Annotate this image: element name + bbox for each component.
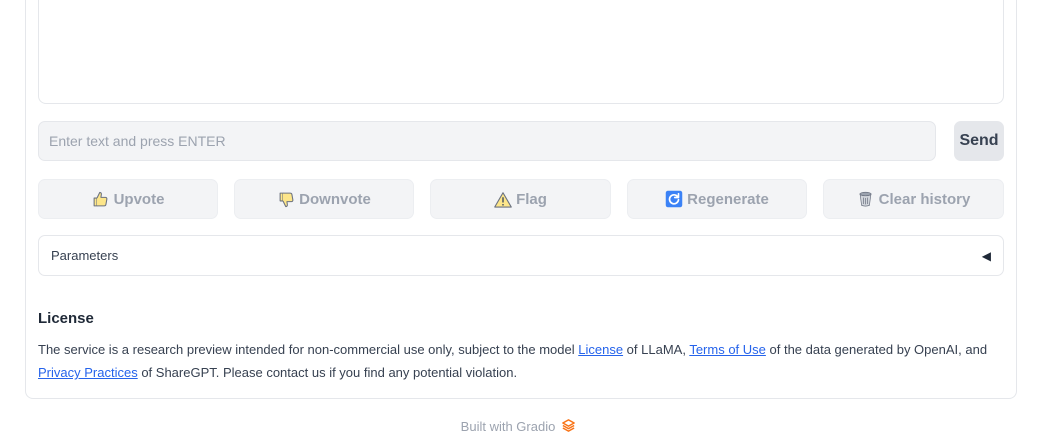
built-with-gradio-link[interactable]: Built with Gradio (461, 419, 556, 434)
thumbs-down-icon (277, 190, 295, 208)
flag-button[interactable]: Flag (430, 179, 611, 219)
refresh-icon (665, 190, 683, 208)
send-button-label: Send (959, 132, 999, 149)
trash-icon (857, 190, 875, 208)
warning-icon (494, 190, 512, 208)
chatbot-display (38, 0, 1004, 104)
regenerate-label: Regenerate (687, 190, 769, 208)
downvote-button[interactable]: Downvote (234, 179, 414, 219)
gradio-logo-icon (561, 418, 577, 434)
license-link[interactable]: License (578, 342, 623, 357)
downvote-label: Downvote (299, 190, 371, 208)
parameters-accordion[interactable]: Parameters ◀ (38, 235, 1004, 276)
thumbs-up-icon (92, 190, 110, 208)
license-text-part: of ShareGPT. Please contact us if you fi… (137, 365, 518, 380)
collapse-arrow-icon[interactable]: ◀ (982, 249, 991, 263)
message-input[interactable] (38, 121, 936, 161)
upvote-button[interactable]: Upvote (38, 179, 218, 219)
send-button[interactable]: Send (954, 121, 1004, 161)
privacy-practices-link[interactable]: Privacy Practices (38, 365, 138, 380)
flag-label: Flag (516, 190, 547, 208)
license-text-part: of the data generated by OpenAI, and (765, 342, 988, 357)
license-text-part: of LLaMA, (623, 342, 690, 357)
parameters-label: Parameters (51, 248, 119, 263)
clear-history-label: Clear history (878, 190, 971, 208)
upvote-label: Upvote (113, 190, 165, 208)
license-text: The service is a research preview intend… (38, 338, 1004, 384)
license-heading: License (38, 310, 94, 327)
clear-history-button[interactable]: Clear history (823, 179, 1004, 219)
regenerate-button[interactable]: Regenerate (627, 179, 807, 219)
terms-of-use-link[interactable]: Terms of Use (689, 342, 766, 357)
footer: Built with Gradio (0, 417, 1038, 435)
license-text-part: The service is a research preview intend… (38, 342, 579, 357)
